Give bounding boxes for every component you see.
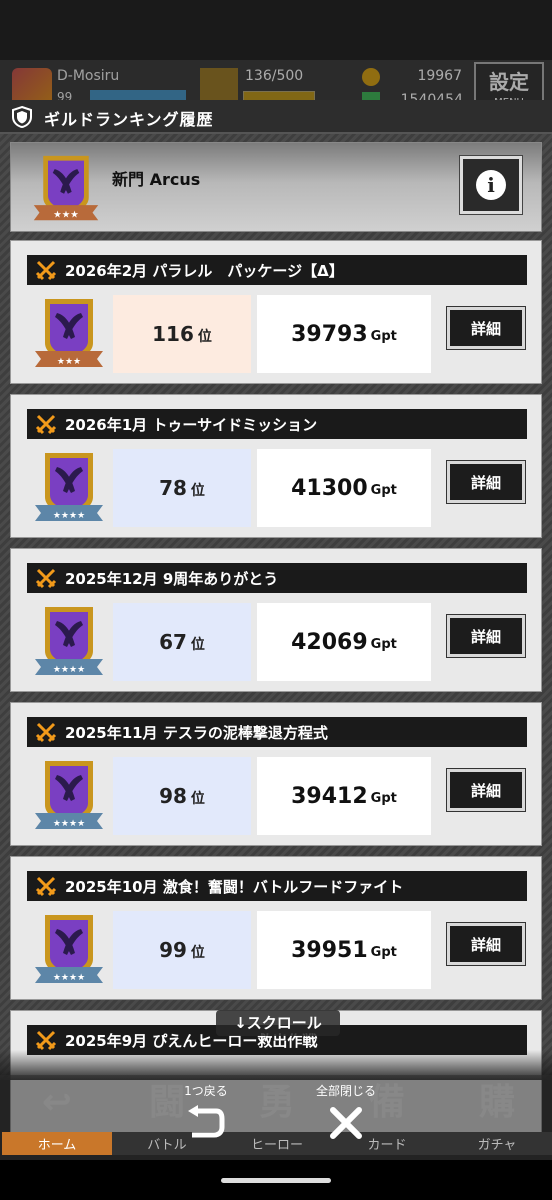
close-all-caption: 全部閉じる	[315, 1084, 376, 1098]
svg-text:★★★: ★★★	[57, 357, 81, 367]
scroll-hint: ↓スクロール	[216, 1010, 340, 1036]
close-icon	[330, 1107, 362, 1139]
event-title: 2026年2月 パラレル パッケージ【Δ】	[65, 261, 344, 280]
points-display: 39412 Gpt	[257, 757, 431, 835]
back-caption: 1つ戻る	[184, 1084, 228, 1098]
points-unit: Gpt	[370, 637, 397, 652]
event-title-bar: 2026年2月 パラレル パッケージ【Δ】	[27, 255, 527, 285]
nav-gacha-label: ガチャ	[442, 1132, 552, 1155]
guild-info-button[interactable]: i	[459, 155, 523, 215]
svg-text:★★★★: ★★★★	[53, 511, 85, 521]
rank-value: 99	[159, 938, 187, 962]
crossed-swords-icon	[35, 260, 57, 281]
guild-tier-emblem-icon: ★★★★	[35, 915, 103, 983]
points-value: 39793	[291, 321, 368, 347]
close-all-button[interactable]: 全部閉じる	[296, 1082, 396, 1154]
guild-tier-emblem-icon: ★★★	[35, 299, 103, 367]
ranking-history-card: 2026年1月 トゥーサイドミッション ★★★★ 78 位 41300 Gpt …	[10, 394, 542, 538]
event-title: 2025年11月 テスラの泥棒撃退方程式	[65, 723, 328, 742]
rank-display: 116 位	[113, 295, 251, 373]
event-title: 2025年12月 9周年ありがとう	[65, 569, 279, 588]
points-value: 41300	[291, 475, 368, 501]
back-arrow-icon	[188, 1105, 225, 1138]
points-value: 39412	[291, 783, 368, 809]
ranking-history-card: 2025年12月 9周年ありがとう ★★★★ 67 位 42069 Gpt 詳細	[10, 548, 542, 692]
detail-button[interactable]: 詳細	[446, 460, 526, 504]
crossed-swords-icon	[35, 1030, 57, 1051]
points-unit: Gpt	[370, 791, 397, 806]
points-unit: Gpt	[370, 945, 397, 960]
player-name: D-Mosiru	[57, 68, 120, 84]
ranking-history-card: 2026年2月 パラレル パッケージ【Δ】 ★★★ 116 位 39793 Gp…	[10, 240, 542, 384]
rank-value: 67	[159, 630, 187, 654]
system-gesture-bar	[0, 1160, 552, 1200]
crossed-swords-icon	[35, 876, 57, 897]
crossed-swords-icon	[35, 414, 57, 435]
modal-title: ギルドランキング履歴	[44, 110, 214, 129]
stamina-value: 136/500	[245, 68, 304, 84]
rank-unit: 位	[190, 483, 205, 499]
nav-home-label: ホーム	[2, 1132, 112, 1155]
guild-emblem-icon: ★★★	[33, 155, 99, 220]
rank-unit: 位	[190, 637, 205, 653]
rank-unit: 位	[190, 791, 205, 807]
svg-text:★★★★: ★★★★	[53, 665, 85, 675]
guild-tier-emblem-icon: ★★★★	[35, 453, 103, 521]
rank-display: 98 位	[113, 757, 251, 835]
points-value: 42069	[291, 629, 368, 655]
coin-icon	[362, 68, 380, 86]
event-title: 2026年1月 トゥーサイドミッション	[65, 415, 318, 434]
detail-button[interactable]: 詳細	[446, 922, 526, 966]
detail-button[interactable]: 詳細	[446, 614, 526, 658]
svg-text:★★★: ★★★	[53, 209, 78, 220]
event-title: 2025年10月 激食！奮闘！バトルフードファイト	[65, 877, 404, 896]
guild-tier-emblem-icon: ★★★★	[35, 607, 103, 675]
points-display: 42069 Gpt	[257, 603, 431, 681]
points-display: 39951 Gpt	[257, 911, 431, 989]
home-icon: ↩	[41, 1082, 73, 1123]
crossed-swords-icon	[35, 568, 57, 589]
rank-display: 67 位	[113, 603, 251, 681]
rank-display: 99 位	[113, 911, 251, 989]
shield-icon	[12, 105, 32, 129]
ranking-history-card: 2025年11月 テスラの泥棒撃退方程式 ★★★★ 98 位 39412 Gpt…	[10, 702, 542, 846]
event-title-bar: 2026年1月 トゥーサイドミッション	[27, 409, 527, 439]
guild-tier-emblem-icon: ★★★★	[35, 761, 103, 829]
rank-unit: 位	[190, 945, 205, 961]
points-display: 39793 Gpt	[257, 295, 431, 373]
event-title-bar: 2025年11月 テスラの泥棒撃退方程式	[27, 717, 527, 747]
rank-value: 116	[152, 322, 194, 346]
nav-gacha[interactable]: 購 ガチャ	[442, 1080, 552, 1158]
settings-label: 設定	[489, 70, 529, 94]
svg-text:★★★★: ★★★★	[53, 819, 85, 829]
points-unit: Gpt	[370, 329, 397, 344]
points-value: 39951	[291, 937, 368, 963]
crossed-swords-icon	[35, 722, 57, 743]
svg-text:★★★★: ★★★★	[53, 973, 85, 983]
points-display: 41300 Gpt	[257, 449, 431, 527]
rank-display: 78 位	[113, 449, 251, 527]
guild-name: 新門 Arcus	[112, 170, 201, 189]
coin-count: 19967	[417, 68, 462, 84]
rank-value: 98	[159, 784, 187, 808]
home-indicator	[221, 1178, 331, 1183]
rank-unit: 位	[197, 329, 212, 345]
ranking-history-card: 2025年10月 激食！奮闘！バトルフードファイト ★★★★ 99 位 3995…	[10, 856, 542, 1000]
gacha-icon: 購	[478, 1082, 515, 1123]
detail-button[interactable]: 詳細	[446, 306, 526, 350]
event-title-bar: 2025年10月 激食！奮闘！バトルフードファイト	[27, 871, 527, 901]
info-icon: i	[476, 170, 506, 200]
nav-home[interactable]: ↩ ホーム	[2, 1080, 112, 1158]
detail-button[interactable]: 詳細	[446, 768, 526, 812]
back-button[interactable]: 1つ戻る	[156, 1082, 256, 1154]
points-unit: Gpt	[370, 483, 397, 498]
event-title-bar: 2025年12月 9周年ありがとう	[27, 563, 527, 593]
rank-value: 78	[159, 476, 187, 500]
